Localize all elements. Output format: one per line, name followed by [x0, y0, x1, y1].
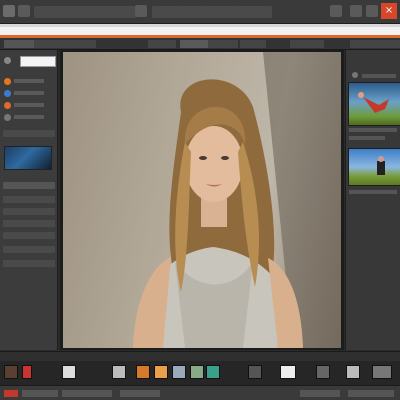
- menu-item[interactable]: [34, 6, 72, 18]
- panel-row[interactable]: [3, 220, 55, 227]
- film-thumbnail[interactable]: [172, 365, 186, 379]
- panel-row[interactable]: [3, 232, 55, 239]
- tab[interactable]: [350, 40, 376, 48]
- panel-row[interactable]: [3, 260, 55, 267]
- status-chip: [120, 390, 160, 397]
- portrait-illustration: [63, 52, 341, 348]
- view-icon[interactable]: [135, 5, 147, 17]
- status-bar: [0, 385, 400, 400]
- film-thumbnail[interactable]: [206, 365, 220, 379]
- film-thumbnail[interactable]: [280, 365, 296, 379]
- window-icon[interactable]: [366, 5, 378, 17]
- tab[interactable]: [208, 40, 238, 48]
- tab[interactable]: [290, 40, 324, 48]
- panel-row[interactable]: [3, 246, 55, 253]
- status-chip: [300, 390, 340, 397]
- thumbnail-caption: [349, 128, 397, 132]
- film-thumbnail[interactable]: [136, 365, 150, 379]
- path-field[interactable]: [0, 27, 400, 35]
- close-button[interactable]: ×: [381, 3, 397, 19]
- menu-item[interactable]: [152, 6, 178, 18]
- thumbnail-caption: [349, 136, 385, 140]
- thumbnail-figure: [377, 156, 385, 175]
- menu-bar: ×: [0, 0, 400, 24]
- orange-swatch-icon[interactable]: [4, 102, 11, 109]
- left-panel: [0, 50, 58, 350]
- portrait-photo[interactable]: [63, 52, 341, 348]
- film-thumbnail[interactable]: [154, 365, 168, 379]
- thumbnail-figure: [358, 92, 389, 113]
- orange-swatch-icon[interactable]: [4, 78, 11, 85]
- blue-swatch-icon[interactable]: [4, 90, 11, 97]
- menu-item[interactable]: [176, 6, 206, 18]
- tab[interactable]: [34, 40, 70, 48]
- status-chip: [62, 390, 112, 397]
- tab[interactable]: [68, 40, 96, 48]
- tab[interactable]: [4, 40, 36, 48]
- tab[interactable]: [148, 40, 176, 48]
- film-thumbnail[interactable]: [190, 365, 204, 379]
- photo-thumbnail[interactable]: [348, 148, 400, 186]
- film-thumbnail[interactable]: [372, 365, 392, 379]
- layer-thumbnail[interactable]: [4, 146, 52, 170]
- menu-item[interactable]: [238, 6, 272, 18]
- panel-row[interactable]: [3, 196, 55, 203]
- film-thumbnail[interactable]: [248, 365, 262, 379]
- panel-label: [14, 103, 44, 107]
- tab-strip: [0, 38, 400, 50]
- panel-label: [14, 91, 44, 95]
- file-icon[interactable]: [18, 5, 30, 17]
- tab[interactable]: [376, 40, 400, 48]
- film-thumbnail[interactable]: [4, 365, 18, 379]
- panel-row[interactable]: [3, 130, 55, 137]
- film-thumbnail[interactable]: [316, 365, 330, 379]
- panel-label: [14, 79, 44, 83]
- right-panel: [345, 50, 400, 350]
- thumbnail-caption: [349, 190, 397, 194]
- app-icon[interactable]: [3, 5, 15, 17]
- status-icon[interactable]: [4, 390, 18, 397]
- film-thumbnail[interactable]: [346, 365, 360, 379]
- panel-label: [14, 115, 44, 119]
- tab[interactable]: [240, 40, 266, 48]
- panel-label: [362, 74, 396, 78]
- status-chip: [348, 390, 394, 397]
- layer-icon[interactable]: [4, 114, 11, 121]
- menu-item[interactable]: [68, 6, 110, 18]
- layer-icon[interactable]: [4, 57, 11, 64]
- tab[interactable]: [180, 40, 208, 48]
- camera-icon[interactable]: [352, 72, 358, 78]
- film-thumbnail[interactable]: [62, 365, 76, 379]
- minimize-icon[interactable]: [330, 5, 342, 17]
- menu-item[interactable]: [204, 6, 240, 18]
- status-chip: [22, 390, 58, 397]
- filmstrip-header: [0, 351, 400, 361]
- maximize-icon[interactable]: [350, 5, 362, 17]
- panel-row[interactable]: [3, 208, 55, 215]
- panel-row[interactable]: [3, 182, 55, 189]
- photo-thumbnail[interactable]: [348, 82, 400, 126]
- menu-item[interactable]: [106, 6, 136, 18]
- layer-name-input[interactable]: [20, 56, 56, 67]
- film-thumbnail[interactable]: [112, 365, 126, 379]
- film-thumbnail[interactable]: [22, 365, 32, 379]
